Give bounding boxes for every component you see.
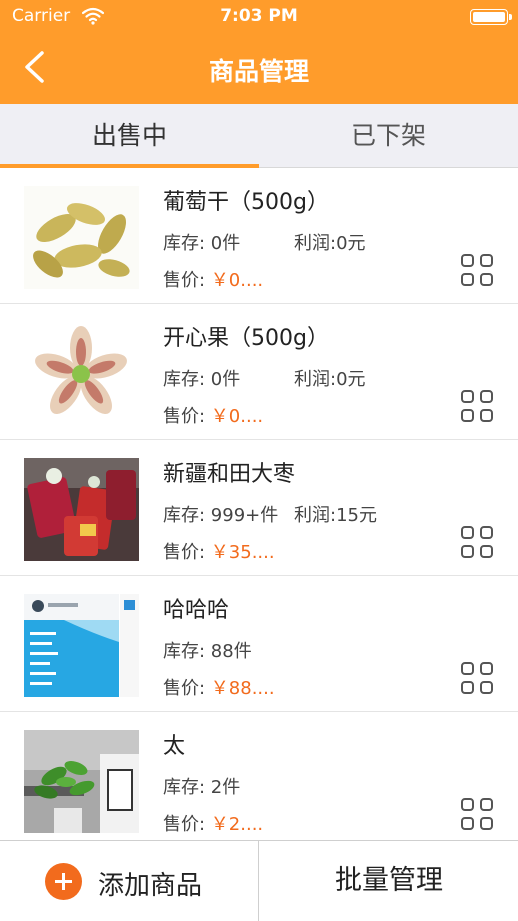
grid-menu-icon[interactable] [461,662,494,695]
product-name: 开心果（500g） [163,326,329,351]
price-label: 售价: [163,814,211,835]
battery-icon [470,9,512,25]
grid-menu-icon[interactable] [461,254,494,287]
product-price: 售价: ￥0.... [163,402,263,428]
product-name: 哈哈哈 [163,598,230,623]
plus-icon [45,863,82,900]
product-row[interactable]: 新疆和田大枣 库存: 999+件 利润:15元 售价: ￥35.... [0,440,518,576]
grid-menu-icon[interactable] [461,390,494,423]
grid-menu-icon[interactable] [461,798,494,831]
price-value: ￥35.... [210,542,275,563]
product-row[interactable]: 开心果（500g） 库存: 0件 利润:0元 售价: ￥0.... [0,304,518,440]
product-row[interactable]: 葡萄干（500g） 库存: 0件 利润:0元 售价: ￥0.... [0,168,518,304]
product-row[interactable]: 太 库存: 2件 售价: ￥2.... [0,712,518,840]
product-list[interactable]: 葡萄干（500g） 库存: 0件 利润:0元 售价: ￥0.... 开心果（50… [0,168,518,840]
product-name: 太 [163,734,186,759]
price-value: ￥2.... [210,814,264,835]
nav-bar: Carrier 7:03 PM 商品管理 [0,0,518,104]
product-price: 售价: ￥0.... [163,266,263,292]
price-label: 售价: [163,406,211,427]
product-image [24,594,139,697]
product-stock: 库存: 88件 [163,641,252,662]
product-name: 葡萄干（500g） [163,190,329,215]
product-price: 售价: ￥88.... [163,674,275,700]
product-price: 售价: ￥35.... [163,538,275,564]
price-value: ￥0.... [210,406,264,427]
tab-on-sale[interactable]: 出售中 [0,104,259,168]
product-image [24,322,139,425]
product-name: 新疆和田大枣 [163,462,296,487]
status-time: 7:03 PM [220,6,298,26]
page-title: 商品管理 [208,57,309,86]
price-label: 售价: [163,542,211,563]
status-bar: Carrier 7:03 PM [0,0,518,34]
product-stock: 库存: 0件 [163,369,241,390]
add-product-label: 添加商品 [98,871,203,901]
price-value: ￥88.... [210,678,275,699]
bottom-toolbar: 添加商品 批量管理 [0,840,518,921]
product-image [24,458,139,561]
tab-off-shelf[interactable]: 已下架 [259,104,518,168]
price-label: 售价: [163,678,211,699]
product-profit: 利润:0元 [294,369,366,390]
grid-menu-icon[interactable] [461,526,494,559]
product-stock: 库存: 0件 [163,233,241,254]
product-row[interactable]: 哈哈哈 库存: 88件 售价: ￥88.... [0,576,518,712]
product-image [24,730,139,833]
tab-bar: 出售中 已下架 [0,104,518,168]
batch-manage-button[interactable]: 批量管理 [260,841,518,921]
product-stock: 库存: 2件 [163,777,241,798]
price-value: ￥0.... [210,270,264,291]
product-profit: 利润:0元 [294,233,366,254]
product-price: 售价: ￥2.... [163,810,263,836]
add-product-button[interactable]: 添加商品 [0,841,259,921]
product-profit: 利润:15元 [294,505,377,526]
product-image [24,186,139,289]
price-label: 售价: [163,270,211,291]
product-stock: 库存: 999+件 [163,505,279,526]
